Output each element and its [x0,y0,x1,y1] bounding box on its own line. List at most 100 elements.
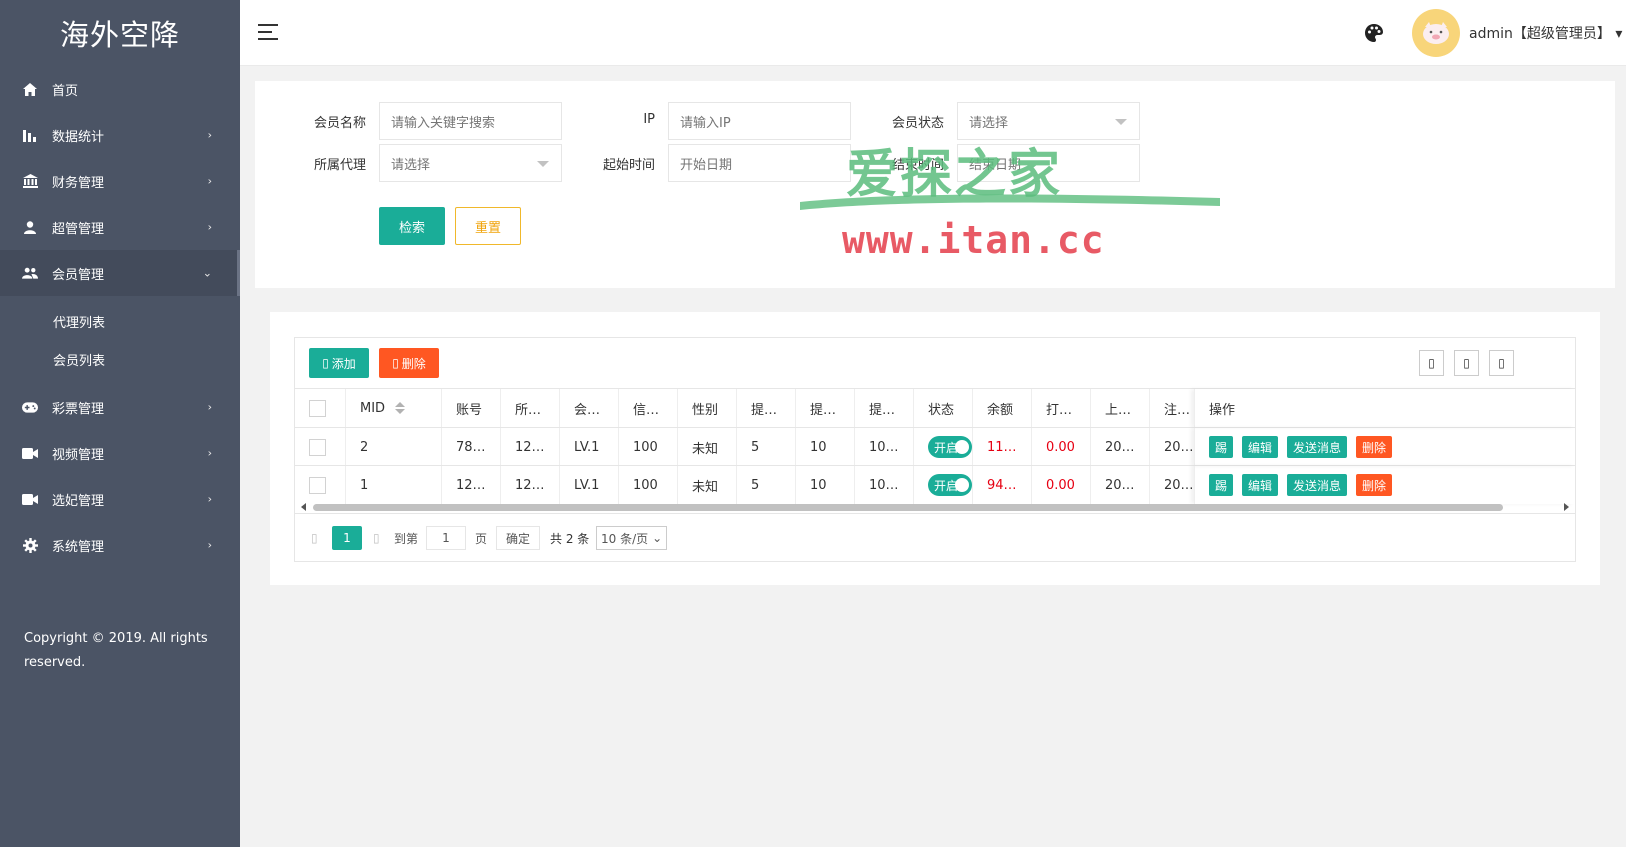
chevron-down-icon: ⌄ [202,266,212,280]
sidebar-item-stats[interactable]: 数据统计 › [0,112,240,158]
edit-button[interactable]: 编辑 [1242,436,1279,458]
status-toggle[interactable]: 开启 [928,436,972,458]
ip-label: IP [643,112,655,127]
cell-balance: 11… [972,428,1031,466]
scroll-left-icon[interactable] [301,503,306,511]
palette-icon[interactable] [1364,23,1384,43]
sidebar-item-finance[interactable]: 财务管理 › [0,158,240,204]
reset-button[interactable]: 重置 [455,207,521,245]
cell-account: 78… [441,428,500,466]
menu-toggle-icon[interactable] [258,24,278,40]
pagination: ▯ 1 ▯ 到第 1 页 确定 共 2 条 10 条/页 ⌄ [295,513,1575,561]
page-unit-label: 页 [475,531,488,546]
start-date-input[interactable]: 开始日期 [668,144,851,182]
next-page-icon[interactable]: ▯ [373,526,380,550]
page-size-value: 10 条/页 [601,531,649,546]
user-menu[interactable]: admin【超级管理员】 ▾ [1469,23,1622,43]
cell-withdraw-3: 10… [854,466,913,504]
avatar[interactable] [1412,9,1460,57]
status-toggle[interactable]: 开启 [928,474,972,496]
sidebar-item-home[interactable]: 首页 [0,66,240,112]
select-all-cell [295,389,345,427]
members-submenu: 代理列表 会员列表 [0,296,240,384]
total-count: 共 2 条 [550,531,590,546]
agent-select[interactable]: 请选择 [379,144,562,182]
sidebar-item-selection[interactable]: 选妃管理 › [0,476,240,522]
col-header: 打… [1031,389,1090,427]
data-table: ▯ 添加 ▯ 删除 ▯ ▯ ▯ MID 账号 所… 会… 信… 性别 提… 提… 提… [294,337,1576,562]
sidebar-subitem-agent-list[interactable]: 代理列表 [0,302,240,340]
caret-down-icon: ▾ [1615,26,1623,42]
sidebar-item-members[interactable]: 会员管理 ⌄ [0,250,240,296]
cell-last-login: 20… [1090,466,1149,504]
kick-button[interactable]: 踢 [1209,474,1234,496]
cell-status: 开启 [913,466,972,504]
cell-credit: 100 [618,428,677,466]
print-icon[interactable]: ▯ [1489,350,1514,376]
gamepad-icon [22,399,38,415]
send-message-button[interactable]: 发送消息 [1287,436,1348,458]
col-mid[interactable]: MID [345,389,441,427]
ip-input[interactable]: 请输入IP [668,102,851,140]
col-header: 性别 [677,389,736,427]
goto-confirm-button[interactable]: 确定 [496,526,540,550]
prev-page-icon[interactable]: ▯ [311,526,318,550]
col-header: 余额 [972,389,1031,427]
search-button[interactable]: 检索 [379,207,445,245]
col-header: 提… [854,389,913,427]
table-row: 2 78… 12… LV.1 100 未知 5 10 10… 开启 11… 0.… [295,427,1575,466]
sidebar-item-lottery[interactable]: 彩票管理 › [0,384,240,430]
sidebar-item-admin[interactable]: 超管管理 › [0,204,240,250]
col-header: 注… [1149,389,1194,427]
scrollbar-thumb[interactable] [313,504,1503,511]
goto-page-input[interactable]: 1 [426,526,466,550]
export-icon[interactable]: ▯ [1454,350,1479,376]
row-checkbox[interactable] [309,438,326,456]
cell-mid: 1 [345,466,441,504]
chevron-down-icon: ⌄ [652,531,663,545]
home-icon [22,81,38,97]
horizontal-scrollbar[interactable] [297,501,1573,513]
edit-button[interactable]: 编辑 [1242,474,1279,496]
sidebar-item-label: 系统管理 [52,539,105,555]
delete-button[interactable]: 删除 [1356,474,1393,496]
sort-icon[interactable] [395,402,406,414]
row-checkbox[interactable] [309,476,326,494]
member-status-label: 会员状态 [891,116,944,131]
sidebar-item-videos[interactable]: 视频管理 › [0,430,240,476]
member-table-panel: ▯ 添加 ▯ 删除 ▯ ▯ ▯ MID 账号 所… 会… 信… 性别 提… 提… 提… [270,312,1600,585]
send-message-button[interactable]: 发送消息 [1287,474,1348,496]
column-filter-icon[interactable]: ▯ [1419,350,1444,376]
sidebar-item-label: 视频管理 [52,447,105,463]
delete-button-label: 删除 [401,356,426,371]
row-select-cell [295,428,345,466]
cell-withdraw-2: 10 [795,466,854,504]
add-button[interactable]: ▯ 添加 [309,348,369,378]
app-logo: 海外空降 [59,18,180,52]
delete-button[interactable]: 删除 [1356,436,1393,458]
member-status-select[interactable]: 请选择 [957,102,1140,140]
top-header: admin【超级管理员】 ▾ [240,0,1626,66]
col-header: 所… [500,389,559,427]
trash-icon: ▯ [392,356,399,370]
page-size-select[interactable]: 10 条/页 ⌄ [596,526,668,550]
kick-button[interactable]: 踢 [1209,436,1234,458]
select-all-checkbox[interactable] [309,399,326,417]
batch-delete-button[interactable]: ▯ 删除 [379,348,439,378]
cell-register: 20… [1149,428,1194,466]
sidebar-item-label: 彩票管理 [52,401,105,417]
member-name-label: 会员名称 [313,116,366,131]
copyright-text: Copyright © 2019. All rights reserved. [24,631,208,670]
page-1-button[interactable]: 1 [332,526,362,550]
col-header: 操作 [1194,389,1575,427]
chevron-right-icon: › [207,174,212,188]
sidebar-item-label: 会员管理 [52,267,105,283]
scroll-right-icon[interactable] [1564,503,1569,511]
cell-register: 20… [1149,466,1194,504]
end-date-input[interactable]: 结束日期 [957,144,1140,182]
member-name-input[interactable]: 请输入关键字搜索 [379,102,562,140]
row-select-cell [295,466,345,504]
sidebar-item-label: 首页 [52,83,79,99]
sidebar-subitem-member-list[interactable]: 会员列表 [0,340,240,378]
sidebar-item-system[interactable]: 系统管理 › [0,522,240,568]
